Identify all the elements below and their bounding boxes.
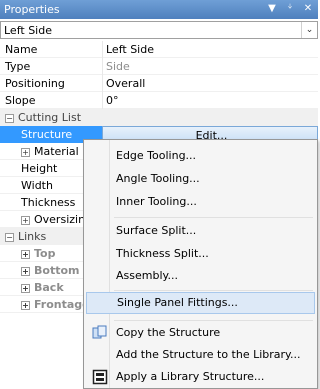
expand-icon[interactable]: + bbox=[21, 284, 30, 293]
menu-add-structure-library[interactable]: Add the Structure to the Library... bbox=[86, 344, 315, 366]
menu-inner-tooling[interactable]: Inner Tooling... bbox=[86, 191, 315, 213]
properties-title-bar: Properties ▼ ᛎ ✕ bbox=[0, 0, 318, 19]
category-cutting-list[interactable]: − Cutting List bbox=[0, 109, 318, 126]
collapse-icon[interactable]: − bbox=[5, 233, 14, 242]
expand-icon[interactable]: + bbox=[21, 216, 30, 225]
menu-apply-library-structure[interactable]: Apply a Library Structure... bbox=[86, 366, 315, 388]
menu-edge-tooling[interactable]: Edge Tooling... bbox=[86, 145, 315, 167]
object-selector[interactable]: Left Side ⌄ bbox=[0, 21, 318, 39]
collapse-icon[interactable]: − bbox=[5, 114, 14, 123]
menu-angle-tooling[interactable]: Angle Tooling... bbox=[86, 168, 315, 190]
menu-copy-structure[interactable]: Copy the Structure bbox=[86, 322, 315, 344]
menu-separator bbox=[114, 290, 313, 291]
close-icon[interactable]: ✕ bbox=[302, 2, 314, 16]
menu-separator bbox=[114, 320, 313, 321]
expand-icon[interactable]: + bbox=[21, 250, 30, 259]
property-row-positioning[interactable]: Positioning Overall bbox=[0, 75, 318, 92]
menu-separator bbox=[114, 217, 313, 218]
expand-icon[interactable]: + bbox=[21, 148, 30, 157]
chevron-down-icon[interactable]: ⌄ bbox=[301, 22, 317, 38]
dropdown-icon[interactable]: ▼ bbox=[266, 2, 278, 16]
menu-assembly[interactable]: Assembly... bbox=[86, 265, 315, 287]
menu-surface-split[interactable]: Surface Split... bbox=[86, 220, 315, 242]
pin-icon[interactable]: ᛎ bbox=[284, 2, 296, 16]
object-selector-value: Left Side bbox=[4, 24, 52, 37]
structure-context-menu: Edge Tooling... Angle Tooling... Inner T… bbox=[83, 139, 318, 389]
copy-icon bbox=[92, 325, 107, 339]
menu-single-panel-fittings[interactable]: Single Panel Fittings... bbox=[86, 292, 315, 314]
property-row-slope[interactable]: Slope 0° bbox=[0, 92, 318, 109]
menu-thickness-split[interactable]: Thickness Split... bbox=[86, 243, 315, 265]
expand-icon[interactable]: + bbox=[21, 301, 30, 310]
property-row-name[interactable]: Name Left Side bbox=[0, 41, 318, 58]
window-title: Properties bbox=[4, 3, 60, 16]
expand-icon[interactable]: + bbox=[21, 267, 30, 276]
property-row-type[interactable]: Type Side bbox=[0, 58, 318, 75]
library-structure-icon bbox=[92, 369, 108, 385]
